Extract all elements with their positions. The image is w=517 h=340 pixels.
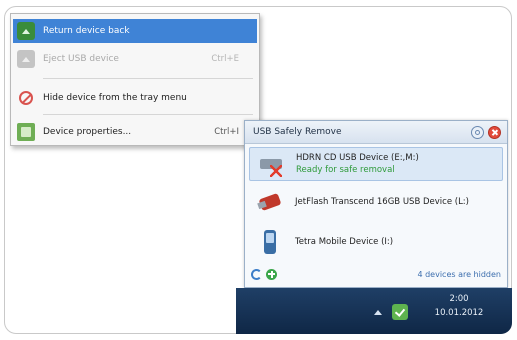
device-item-flash-drive[interactable]: JetFlash Transcend 16GB USB Device (L:) [249, 185, 503, 219]
hide-icon [19, 91, 33, 105]
properties-icon [17, 123, 35, 141]
device-item-mobile[interactable]: Tetra Mobile Device (I:) [249, 225, 503, 259]
menu-item-hide-device[interactable]: Hide device from the tray menu [13, 86, 257, 110]
menu-item-label: Return device back [43, 26, 130, 36]
dvd-drive-icon [258, 151, 284, 177]
menu-item-shortcut: Ctrl+E [211, 54, 239, 64]
device-status: Ready for safe removal [296, 165, 395, 175]
menu-item-device-properties[interactable]: Device properties... Ctrl+I [13, 120, 257, 144]
device-text: HDRN CD USB Device (E:,M:) Ready for saf… [296, 153, 419, 175]
eject-icon [17, 50, 35, 68]
menu-item-label: Eject USB device [43, 54, 119, 64]
menu-separator [43, 114, 253, 115]
menu-item-shortcut: Ctrl+I [214, 127, 239, 137]
usb-safely-remove-popup: USB Safely Remove HDRN CD USB Device (E:… [244, 120, 508, 288]
taskbar-clock[interactable]: 2:00 10.01.2012 [422, 292, 496, 320]
popup-header: USB Safely Remove [245, 121, 507, 144]
clock-date: 10.01.2012 [434, 308, 484, 318]
usb-tray-icon[interactable] [392, 304, 408, 320]
refresh-icon[interactable] [251, 268, 262, 280]
menu-item-label: Hide device from the tray menu [43, 93, 187, 103]
menu-item-return-device[interactable]: Return device back [13, 19, 257, 43]
device-text: Tetra Mobile Device (I:) [295, 237, 393, 247]
show-hidden-icons-arrow-icon[interactable] [374, 310, 382, 315]
device-text: JetFlash Transcend 16GB USB Device (L:) [295, 197, 469, 207]
mobile-phone-icon [257, 229, 283, 255]
hidden-devices-link[interactable]: 4 devices are hidden [417, 270, 501, 279]
device-name: Tetra Mobile Device (I:) [295, 237, 394, 247]
close-icon[interactable] [488, 125, 501, 139]
help-icon[interactable] [471, 125, 484, 139]
context-menu: Return device back Eject USB device Ctrl… [10, 13, 260, 146]
taskbar: 2:00 10.01.2012 [236, 288, 512, 334]
device-name: HDRN CD USB Device (E:,M:) [296, 153, 419, 163]
popup-footer: 4 devices are hidden [251, 267, 501, 281]
clock-time: 2:00 [449, 294, 469, 304]
menu-item-eject-device[interactable]: Eject USB device Ctrl+E [13, 47, 257, 71]
device-name: JetFlash Transcend 16GB USB Device (L:) [295, 197, 469, 207]
device-item-cd-drive[interactable]: HDRN CD USB Device (E:,M:) Ready for saf… [249, 147, 503, 181]
add-icon[interactable] [266, 268, 277, 280]
popup-title: USB Safely Remove [253, 127, 342, 137]
menu-item-label: Device properties... [43, 127, 132, 137]
menu-separator [43, 78, 253, 79]
eject-icon [17, 22, 35, 40]
flash-drive-icon [257, 189, 283, 215]
